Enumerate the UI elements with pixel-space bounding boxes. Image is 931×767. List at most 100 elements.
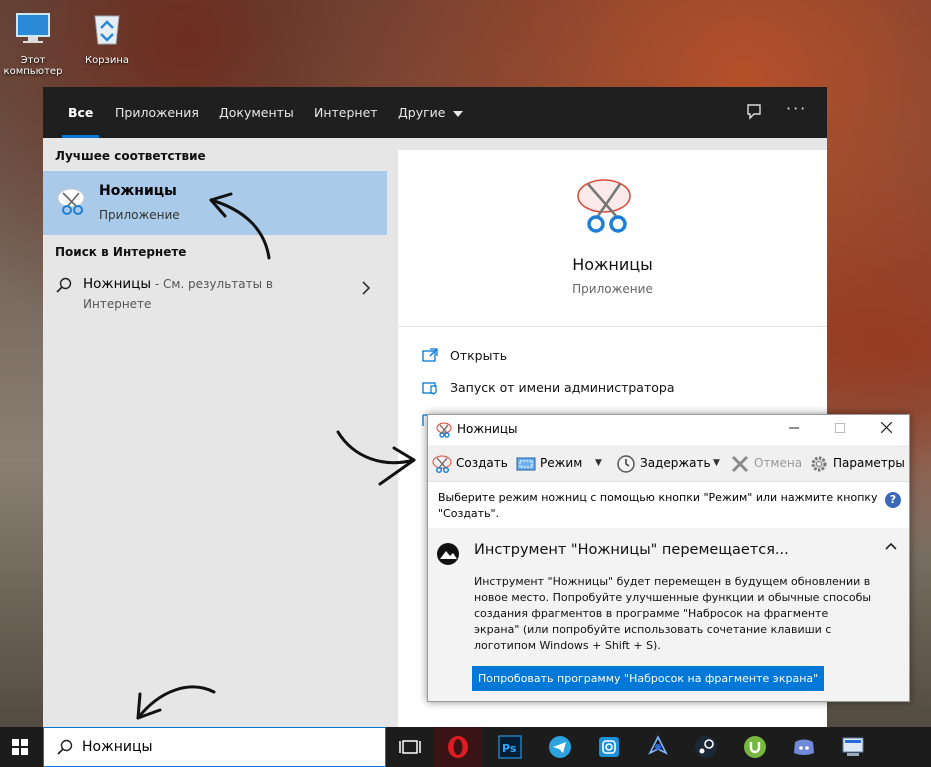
photoshop-icon: Ps	[498, 735, 522, 759]
web-search-query: Ножницы	[83, 276, 152, 292]
search-input[interactable]	[82, 736, 362, 758]
action-run-as-admin-label: Запуск от имени администратора	[450, 380, 675, 395]
help-icon[interactable]: ?	[885, 492, 901, 508]
detail-header: Ножницы Приложение	[398, 150, 827, 327]
mode-dropdown-arrow[interactable]: ▼	[595, 445, 602, 481]
snipping-tool-large-icon	[577, 179, 631, 233]
snipping-tool-icon	[436, 422, 452, 438]
delay-button[interactable]: Задержать	[616, 445, 711, 481]
web-search-result[interactable]: Ножницы - См. результаты в Интернете	[43, 274, 387, 318]
notice-body: Инструмент "Ножницы" будет перемещен в б…	[474, 575, 872, 652]
search-icon	[57, 739, 73, 755]
best-match-type: Приложение	[99, 208, 180, 222]
delay-label: Задержать	[640, 456, 711, 470]
gear-icon	[811, 456, 827, 471]
svg-text:Ps: Ps	[502, 742, 517, 755]
windows-logo-icon	[12, 739, 28, 755]
taskbar-app-utorrent[interactable]	[731, 727, 779, 767]
minimize-icon	[789, 427, 799, 429]
app-icon	[648, 735, 668, 755]
this-pc-icon	[16, 13, 50, 43]
taskbar-app-opera[interactable]	[434, 727, 482, 767]
delay-dropdown-arrow[interactable]: ▼	[713, 445, 720, 481]
mode-button[interactable]: Режим	[516, 445, 582, 481]
web-search-header: Поиск в Интернете	[55, 245, 187, 259]
taskbar-app-telegram[interactable]	[536, 727, 584, 767]
new-snip-label: Создать	[456, 456, 508, 470]
discord-icon	[794, 739, 814, 755]
tab-other-label: Другие	[398, 105, 446, 120]
taskbar-app[interactable]	[634, 727, 682, 767]
snipping-tool-icon	[57, 188, 85, 215]
clock-icon	[617, 454, 635, 473]
hint-text: Выберите режим ножниц с помощью кнопки "…	[438, 491, 878, 520]
cancel-button[interactable]: Отмена	[730, 445, 802, 481]
window-titlebar[interactable]: Ножницы	[428, 415, 909, 444]
snipping-toolbar: Создать Режим ▼ Задержать ▼ Отмена Парам…	[428, 445, 909, 482]
open-icon	[422, 348, 438, 362]
notice-title: Инструмент "Ножницы" перемещается...	[474, 542, 789, 558]
detail-app-name: Ножницы	[572, 255, 653, 274]
snipping-tool-window: Ножницы Создать Режим ▼ Задержать ▼ Отме…	[427, 414, 910, 702]
more-options-icon[interactable]: ···	[786, 99, 807, 118]
cancel-label: Отмена	[754, 456, 803, 470]
taskbar-app-instagram[interactable]	[585, 727, 633, 767]
options-button[interactable]: Параметры	[809, 445, 905, 481]
taskbar-app-network[interactable]	[829, 727, 877, 767]
new-snip-icon	[432, 455, 452, 473]
taskbar-app-steam[interactable]	[682, 727, 730, 767]
feedback-icon[interactable]	[745, 102, 763, 120]
options-label: Параметры	[833, 456, 905, 470]
desktop-icon-this-pc[interactable]: Этот компьютер	[0, 8, 66, 77]
detail-app-type: Приложение	[572, 282, 653, 296]
recycle-bin-icon	[94, 15, 120, 45]
maximize-icon	[835, 423, 845, 433]
maximize-button[interactable]	[817, 415, 863, 444]
tab-other[interactable]: Другие	[398, 87, 464, 138]
tab-all[interactable]: Все	[61, 87, 100, 138]
best-match-result[interactable]: Ножницы Приложение	[43, 171, 387, 235]
close-icon	[880, 421, 892, 434]
desktop-icon-label: Корзина	[84, 55, 130, 66]
search-filter-tabs: Все Приложения Документы Интернет Другие…	[43, 87, 827, 138]
try-snip-sketch-button[interactable]: Попробовать программу "Набросок на фрагм…	[472, 666, 825, 691]
task-view-icon	[399, 740, 421, 754]
tab-documents[interactable]: Документы	[219, 87, 294, 138]
start-button[interactable]	[0, 727, 43, 767]
best-match-name: Ножницы	[99, 183, 177, 199]
utorrent-icon	[744, 736, 766, 758]
results-pane: Лучшее соответствие Ножницы Приложение П…	[43, 138, 387, 727]
tab-apps[interactable]: Приложения	[115, 87, 199, 138]
snip-sketch-icon	[437, 543, 459, 565]
minimize-button[interactable]	[771, 415, 817, 444]
tab-internet[interactable]: Интернет	[314, 87, 378, 138]
new-snip-button[interactable]: Создать	[432, 445, 508, 481]
window-title: Ножницы	[457, 422, 518, 436]
chevron-down-icon	[453, 110, 464, 117]
network-app-icon	[842, 737, 864, 756]
snip-hint: Выберите режим ножниц с помощью кнопки "…	[428, 482, 909, 528]
desktop-icon-label: Этот компьютер	[3, 55, 63, 77]
task-view-button[interactable]	[386, 727, 434, 767]
run-as-admin-icon	[422, 382, 437, 395]
taskbar-search-box[interactable]	[43, 727, 386, 767]
telegram-icon	[549, 736, 571, 758]
taskbar: Ps	[0, 727, 931, 767]
mode-icon	[516, 457, 536, 470]
instagram-icon	[599, 737, 619, 757]
best-match-header: Лучшее соответствие	[55, 149, 206, 163]
action-open-label: Открыть	[450, 348, 508, 363]
desktop-icon-recycle-bin[interactable]: Корзина	[74, 8, 140, 66]
taskbar-app-discord[interactable]	[780, 727, 828, 767]
mode-label: Режим	[540, 456, 583, 470]
search-icon	[56, 277, 72, 293]
steam-icon	[695, 736, 717, 758]
moving-notice: Инструмент "Ножницы" перемещается... Инс…	[428, 528, 909, 701]
opera-icon	[448, 736, 468, 758]
close-button[interactable]	[863, 415, 909, 444]
web-search-text: Ножницы - См. результаты в Интернете	[83, 274, 333, 314]
cancel-x-icon	[731, 455, 749, 472]
chevron-up-icon[interactable]	[885, 542, 897, 550]
chevron-right-icon[interactable]	[361, 281, 371, 295]
taskbar-app-photoshop[interactable]: Ps	[486, 727, 534, 767]
